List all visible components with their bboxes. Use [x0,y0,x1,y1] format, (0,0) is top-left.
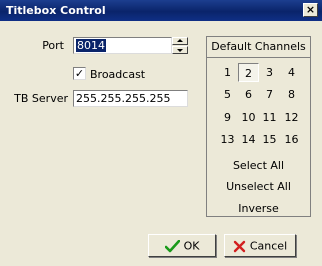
default-channels-header: Default Channels [206,36,311,58]
select-all-button[interactable]: Select All [206,159,311,172]
inverse-button[interactable]: Inverse [206,202,311,215]
unselect-all-button[interactable]: Unselect All [206,180,311,193]
cancel-label: Cancel [249,239,288,253]
broadcast-checkbox[interactable]: ✓ [73,67,86,80]
channel-12-button[interactable]: 12 [281,108,302,127]
arrow-down-icon [177,49,183,52]
port-value: 8014 [76,39,106,52]
broadcast-label: Broadcast [90,68,146,81]
spin-up-button[interactable] [172,37,188,45]
window-title: Titlebox Control [6,4,106,17]
channel-4-button[interactable]: 4 [281,63,302,82]
check-icon: ✓ [74,67,85,80]
channel-2-button[interactable]: 2 [238,63,259,82]
channel-6-button[interactable]: 6 [238,85,259,104]
channel-5-button[interactable]: 5 [217,85,238,104]
tb-server-input[interactable]: 255.255.255.255 [73,90,188,107]
channel-16-button[interactable]: 16 [281,130,302,149]
port-label: Port [42,39,64,52]
titlebox-control-dialog: Titlebox Control × Port 8014 ✓ Broadcast… [0,0,322,266]
channel-11-button[interactable]: 11 [259,108,280,127]
close-button[interactable]: × [303,3,318,17]
channel-3-button[interactable]: 3 [259,63,280,82]
title-bar: Titlebox Control × [0,0,322,21]
arrow-up-icon [177,39,183,42]
tb-server-label: TB Server [14,92,68,105]
channel-1-button[interactable]: 1 [217,63,238,82]
cancel-button[interactable]: Cancel [224,234,296,257]
channel-9-button[interactable]: 9 [217,108,238,127]
port-input[interactable]: 8014 [73,37,172,54]
checkmark-icon [164,239,180,252]
close-icon: × [305,3,316,16]
port-spinner [172,37,188,54]
ok-button[interactable]: OK [148,234,216,257]
channel-8-button[interactable]: 8 [281,85,302,104]
channel-14-button[interactable]: 14 [238,130,259,149]
x-icon [233,240,246,252]
ok-label: OK [183,239,200,253]
channel-10-button[interactable]: 10 [238,108,259,127]
channel-15-button[interactable]: 15 [259,130,280,149]
channel-7-button[interactable]: 7 [259,85,280,104]
channel-13-button[interactable]: 13 [217,130,238,149]
spin-down-button[interactable] [172,46,188,54]
